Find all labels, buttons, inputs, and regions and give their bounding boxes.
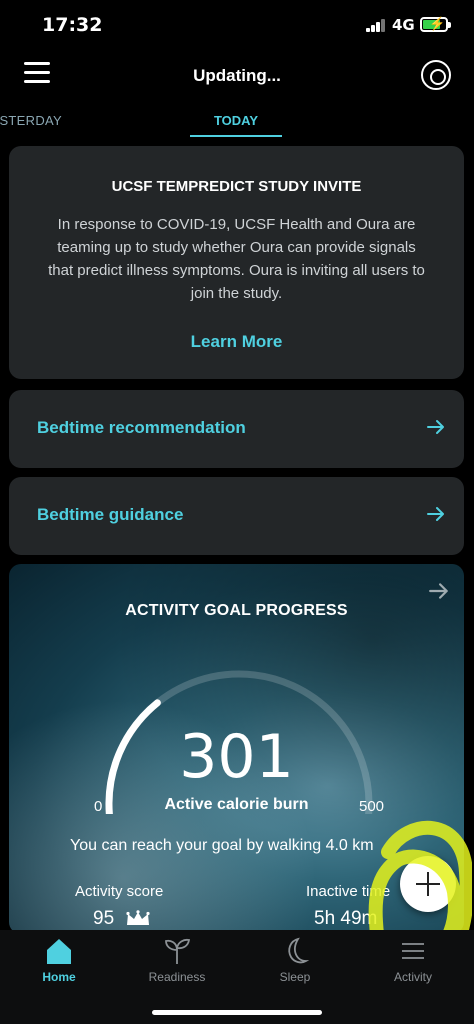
nav-readiness[interactable]: Readiness bbox=[118, 930, 236, 990]
activity-score-value: 95 bbox=[93, 908, 115, 929]
activity-value: 301 bbox=[179, 722, 294, 792]
learn-more-link[interactable]: Learn More bbox=[9, 332, 464, 352]
inactive-time-value: 5h 49m bbox=[314, 908, 378, 929]
nav-sleep-label: Sleep bbox=[279, 970, 311, 984]
inactive-time-label: Inactive time bbox=[306, 883, 391, 900]
nav-home-label: Home bbox=[42, 970, 76, 984]
battery-icon: ⚡ bbox=[420, 16, 451, 32]
tab-indicator bbox=[190, 135, 282, 137]
sprout-icon bbox=[165, 938, 191, 964]
nav-readiness-label: Readiness bbox=[148, 970, 206, 984]
bedtime-guidance-card[interactable]: Bedtime guidance bbox=[9, 477, 464, 555]
home-icon bbox=[47, 939, 71, 964]
home-indicator bbox=[152, 1010, 322, 1015]
arrow-right-icon bbox=[427, 507, 444, 521]
study-invite-card: UCSF TEMPREDICT STUDY INVITE In response… bbox=[9, 146, 464, 379]
nav-sleep[interactable]: Sleep bbox=[236, 930, 354, 990]
moon-icon bbox=[288, 937, 310, 964]
tab-today[interactable]: TODAY bbox=[190, 113, 282, 128]
activity-goal-card[interactable]: ACTIVITY GOAL PROGRESS 301 Active calori… bbox=[9, 564, 464, 934]
gauge-max: 500 bbox=[359, 798, 385, 815]
network-type: 4G bbox=[392, 16, 415, 34]
activity-title: ACTIVITY GOAL PROGRESS bbox=[125, 602, 348, 619]
crown-icon bbox=[126, 910, 150, 925]
arrow-right-icon bbox=[429, 583, 448, 599]
status-bar: 17:32 4G ⚡ bbox=[0, 0, 474, 50]
nav-activity-label: Activity bbox=[393, 970, 432, 984]
bedtime-recommendation-card[interactable]: Bedtime recommendation bbox=[9, 390, 464, 468]
page-title: Updating... bbox=[193, 66, 281, 85]
activity-value-label: Active calorie burn bbox=[164, 796, 309, 813]
nav-home[interactable]: Home bbox=[0, 930, 118, 990]
app-header: Updating... bbox=[0, 56, 474, 100]
bedtime-recommendation-label: Bedtime recommendation bbox=[37, 418, 246, 437]
day-tabs: YESTERDAY TODAY bbox=[0, 108, 474, 140]
signal-icon bbox=[366, 18, 388, 32]
arrow-right-icon bbox=[427, 420, 444, 434]
activity-score-label: Activity score bbox=[75, 883, 164, 900]
goal-hint: You can reach your goal by walking 4.0 k… bbox=[70, 837, 374, 854]
bedtime-guidance-label: Bedtime guidance bbox=[37, 505, 184, 524]
bottom-nav: Home Readiness Sleep Activity bbox=[0, 930, 474, 1024]
nav-activity[interactable]: Activity bbox=[354, 930, 472, 990]
invite-title: UCSF TEMPREDICT STUDY INVITE bbox=[111, 178, 362, 195]
activity-icon bbox=[402, 943, 424, 959]
tab-yesterday[interactable]: YESTERDAY bbox=[0, 113, 62, 128]
add-button[interactable] bbox=[400, 856, 456, 912]
ring-icon[interactable] bbox=[421, 60, 451, 90]
invite-body: In response to COVID-19, UCSF Health and… bbox=[48, 216, 425, 302]
status-time: 17:32 bbox=[42, 14, 103, 36]
gauge-min: 0 bbox=[94, 798, 103, 815]
